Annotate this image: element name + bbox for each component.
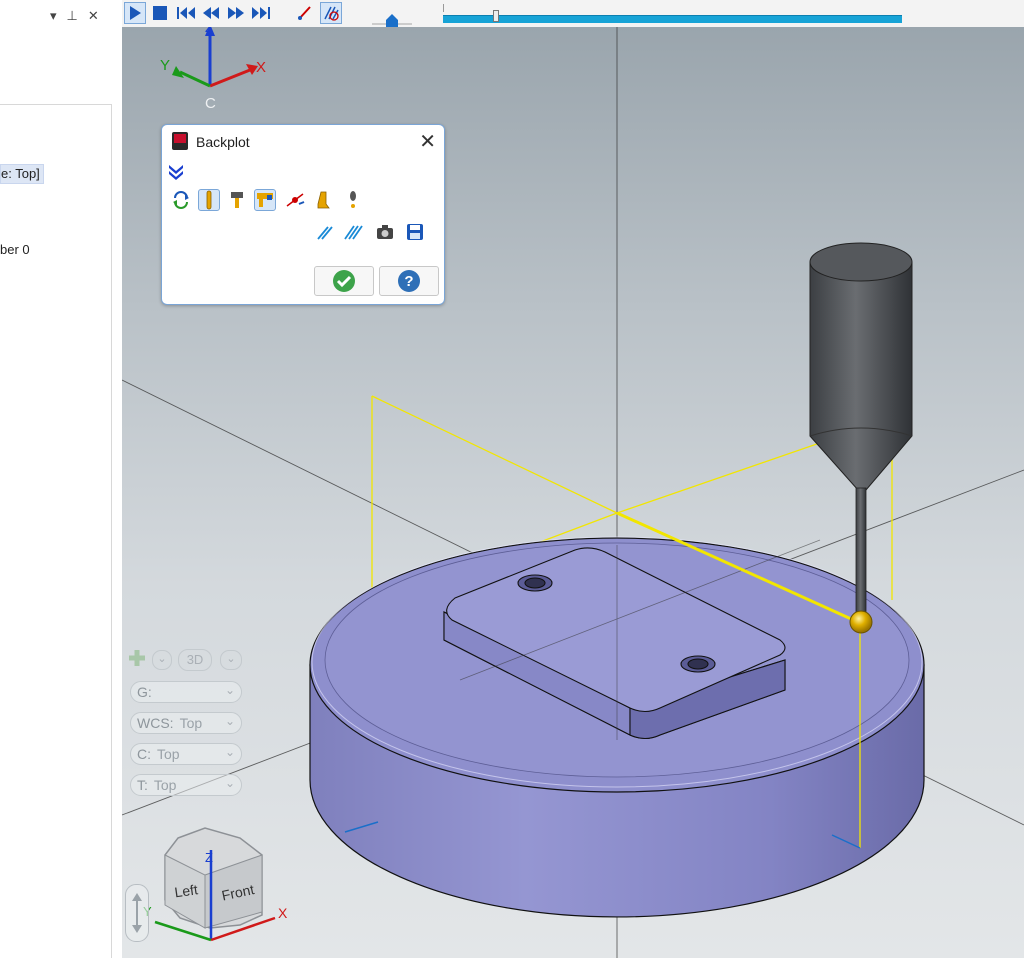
add-view-button[interactable] — [127, 648, 147, 671]
stop-icon — [153, 6, 167, 20]
chevron-down-icon: ⌄ — [226, 653, 236, 665]
chevron-down-icon: ⌄ — [224, 714, 235, 728]
view-cube[interactable]: Left Front Z X Y — [143, 827, 288, 942]
step-forward-icon — [228, 7, 244, 19]
pin-icon[interactable]: ⊥ — [67, 8, 78, 24]
app-logo-icon — [172, 132, 188, 150]
expand-chevron-icon[interactable] — [168, 163, 184, 181]
view-cube-x-label: X — [278, 905, 288, 921]
step-back-icon — [203, 7, 219, 19]
play-icon — [130, 6, 141, 20]
speed-slider[interactable] — [372, 8, 412, 28]
tplane-value: Top — [153, 777, 177, 793]
show-boot-button[interactable] — [312, 189, 334, 211]
stop-button[interactable] — [149, 2, 171, 24]
hatch-double-icon — [344, 225, 363, 240]
hatch-single-icon — [317, 226, 333, 240]
step-first-button[interactable] — [175, 2, 197, 24]
show-path-button[interactable] — [284, 189, 306, 211]
tree-item[interactable]: ber 0 — [0, 242, 30, 257]
help-icon: ? — [398, 270, 420, 292]
chevron-down-icon: ⌄ — [157, 653, 167, 665]
gnomon-c-label: C — [205, 95, 216, 112]
display-mode-icon — [324, 6, 339, 21]
plus-icon — [129, 650, 145, 666]
close-icon: ✕ — [419, 131, 436, 153]
step-back-button[interactable] — [200, 2, 222, 24]
slider-thumb-icon — [386, 14, 398, 28]
info-button[interactable] — [342, 189, 364, 211]
gview-select[interactable]: G: ⌄ — [130, 681, 242, 703]
assembly-icon — [257, 193, 273, 207]
playback-progress-bar[interactable] — [443, 10, 902, 23]
backplot-toolbar — [122, 0, 1024, 28]
path-icon — [286, 193, 305, 207]
backplot-dialog: Backplot ✕ ? — [161, 124, 445, 305]
updown-arrows-icon — [132, 893, 142, 933]
holder-icon — [231, 192, 243, 208]
step-first-icon — [177, 7, 195, 19]
view-scroll-control[interactable] — [125, 884, 149, 942]
show-assembly-button[interactable] — [254, 189, 276, 211]
view-mode-button[interactable]: 3D — [178, 649, 212, 671]
toolpath-icon — [298, 6, 311, 20]
close-icon[interactable]: ✕ — [88, 8, 99, 24]
ok-button[interactable] — [314, 266, 374, 296]
divider — [0, 104, 112, 105]
step-last-button[interactable] — [250, 2, 272, 24]
save-icon — [407, 224, 423, 240]
divider — [111, 104, 112, 958]
view-cube-left-label: Left — [173, 881, 198, 900]
chevron-down-icon: ⌄ — [224, 745, 235, 759]
play-button[interactable] — [124, 2, 146, 24]
step-forward-button[interactable] — [225, 2, 247, 24]
wcs-value: Top — [179, 715, 203, 731]
operations-manager-panel: ▾ ⊥ ✕ e: Top] ber 0 — [0, 0, 122, 958]
gnomon-z-label: Z — [205, 27, 213, 35]
camera-icon — [377, 225, 393, 239]
chevron-down-icon: ⌄ — [224, 776, 235, 790]
cplane-select[interactable]: C: Top ⌄ — [130, 743, 242, 765]
panel-header-icons: ▾ ⊥ ✕ — [50, 8, 99, 24]
show-holder-button[interactable] — [226, 189, 248, 211]
cplane-label: C: — [137, 746, 151, 762]
hatch-double-button[interactable] — [342, 221, 364, 243]
gnomon-x-label: X — [256, 59, 266, 76]
dialog-title: Backplot — [196, 134, 250, 150]
add-view-dropdown[interactable]: ⌄ — [152, 650, 172, 670]
tool-icon — [206, 190, 212, 210]
step-last-icon — [252, 7, 270, 19]
screenshot-button[interactable] — [374, 221, 396, 243]
wcs-select[interactable]: WCS: Top ⌄ — [130, 712, 242, 734]
axis-gnomon: Z X Y C — [160, 27, 266, 112]
refresh-icon — [173, 191, 189, 209]
svg-text:?: ? — [404, 273, 413, 290]
show-tool-button[interactable] — [198, 189, 220, 211]
hatch-single-button[interactable] — [314, 221, 336, 243]
tplane-label: T: — [137, 777, 148, 793]
view-mode-dropdown[interactable]: ⌄ — [220, 650, 242, 670]
gview-label: G: — [137, 684, 152, 700]
chevron-down-icon: ⌄ — [224, 683, 235, 697]
save-button[interactable] — [404, 221, 426, 243]
progress-thumb[interactable] — [493, 10, 500, 22]
display-mode-button[interactable] — [320, 2, 342, 24]
wcs-label: WCS: — [137, 715, 174, 731]
dropdown-icon[interactable]: ▾ — [50, 8, 57, 24]
tplane-select[interactable]: T: Top ⌄ — [130, 774, 242, 796]
show-toolpath-button[interactable] — [294, 2, 316, 24]
close-button[interactable]: ✕ — [419, 129, 436, 154]
gnomon-y-label: Y — [160, 57, 170, 74]
view-cube-z-label: Z — [205, 850, 213, 865]
boot-icon — [317, 191, 330, 209]
refresh-button[interactable] — [170, 189, 192, 211]
help-button[interactable]: ? — [379, 266, 439, 296]
cplane-value: Top — [157, 746, 180, 762]
exclamation-icon — [350, 191, 356, 208]
progress-tick — [443, 4, 444, 12]
check-icon — [333, 270, 355, 292]
tree-item-selected[interactable]: e: Top] — [0, 164, 44, 184]
